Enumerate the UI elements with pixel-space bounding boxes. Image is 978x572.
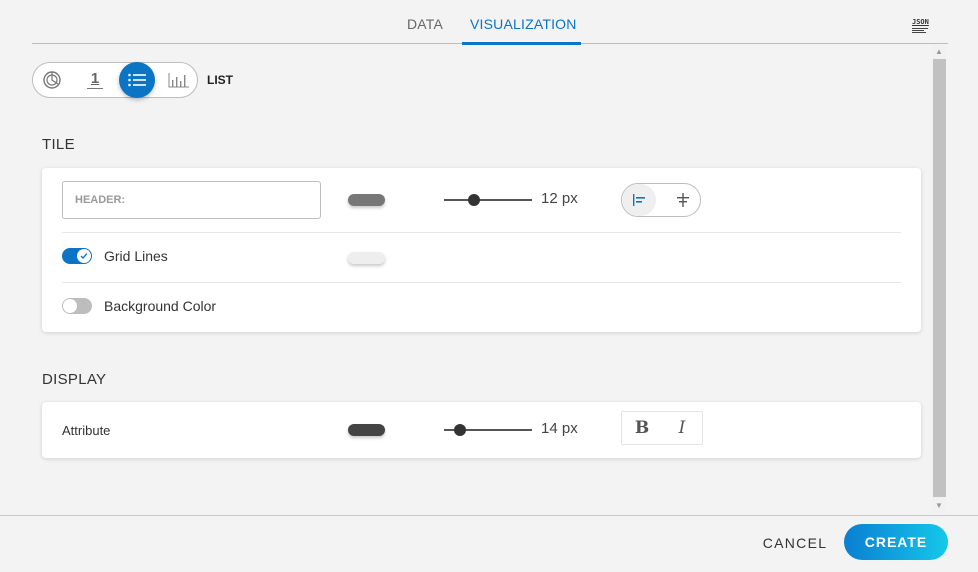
header-font-size-value: 12 px bbox=[541, 190, 578, 207]
grid-lines-label: Grid Lines bbox=[104, 248, 168, 264]
footer-divider bbox=[0, 515, 978, 516]
attribute-color-swatch[interactable] bbox=[348, 424, 385, 436]
check-icon bbox=[80, 253, 88, 259]
tab-visualization[interactable]: VISUALIZATION bbox=[470, 16, 577, 32]
viz-option-number[interactable]: 1 bbox=[77, 62, 113, 98]
viz-option-list[interactable] bbox=[119, 62, 155, 98]
grid-lines-toggle[interactable] bbox=[62, 248, 92, 264]
slider-knob[interactable] bbox=[468, 194, 480, 206]
header-input[interactable] bbox=[62, 181, 321, 219]
header-color-swatch[interactable] bbox=[348, 194, 385, 206]
divider bbox=[62, 232, 901, 233]
tile-section-title: TILE bbox=[42, 136, 75, 153]
header-font-size-slider[interactable] bbox=[444, 194, 532, 206]
scrollbar[interactable]: ▲ ▼ bbox=[932, 45, 946, 513]
tile-settings-card: 12 px Grid Lines Backgrou bbox=[42, 168, 921, 332]
background-color-toggle[interactable] bbox=[62, 298, 92, 314]
tab-bar: DATA VISUALIZATION bbox=[32, 0, 948, 45]
align-center-icon bbox=[677, 193, 689, 207]
scroll-up-arrow-icon[interactable]: ▲ bbox=[932, 45, 946, 59]
display-section-title: DISPLAY bbox=[42, 371, 107, 388]
create-button[interactable]: CREATE bbox=[844, 524, 948, 560]
attribute-font-size-value: 14 px bbox=[541, 420, 578, 437]
attribute-label: Attribute bbox=[62, 423, 111, 438]
attribute-font-size-slider[interactable] bbox=[444, 424, 532, 436]
grid-lines-color-swatch[interactable] bbox=[348, 252, 385, 264]
tab-data[interactable]: DATA bbox=[407, 16, 443, 32]
display-settings-card: Attribute 14 px B I bbox=[42, 402, 921, 458]
text-style-group: B I bbox=[621, 411, 703, 445]
selected-visualization-label: LIST bbox=[207, 73, 233, 87]
list-icon bbox=[128, 73, 146, 87]
slider-knob[interactable] bbox=[454, 424, 466, 436]
italic-button[interactable]: I bbox=[662, 412, 702, 444]
align-left-button[interactable] bbox=[622, 184, 656, 216]
align-left-icon bbox=[633, 194, 645, 206]
align-center-button[interactable] bbox=[666, 184, 700, 216]
scroll-thumb[interactable] bbox=[933, 59, 946, 497]
visualization-type-switcher: 1 bbox=[32, 62, 198, 98]
json-icon: JSON bbox=[912, 18, 929, 26]
divider bbox=[62, 282, 901, 283]
scroll-down-arrow-icon[interactable]: ▼ bbox=[932, 499, 946, 513]
cancel-button[interactable]: CANCEL bbox=[755, 532, 835, 554]
viz-option-pie[interactable] bbox=[34, 62, 70, 98]
viz-option-bar[interactable] bbox=[161, 62, 197, 98]
active-tab-indicator bbox=[462, 42, 581, 45]
bar-chart-icon bbox=[168, 73, 189, 88]
alignment-toggle-group bbox=[621, 183, 701, 217]
json-view-button[interactable]: JSON bbox=[912, 18, 932, 36]
pie-chart-icon bbox=[43, 71, 61, 89]
background-color-label: Background Color bbox=[104, 298, 217, 314]
bold-button[interactable]: B bbox=[622, 412, 662, 444]
number-icon: 1 bbox=[87, 71, 103, 89]
